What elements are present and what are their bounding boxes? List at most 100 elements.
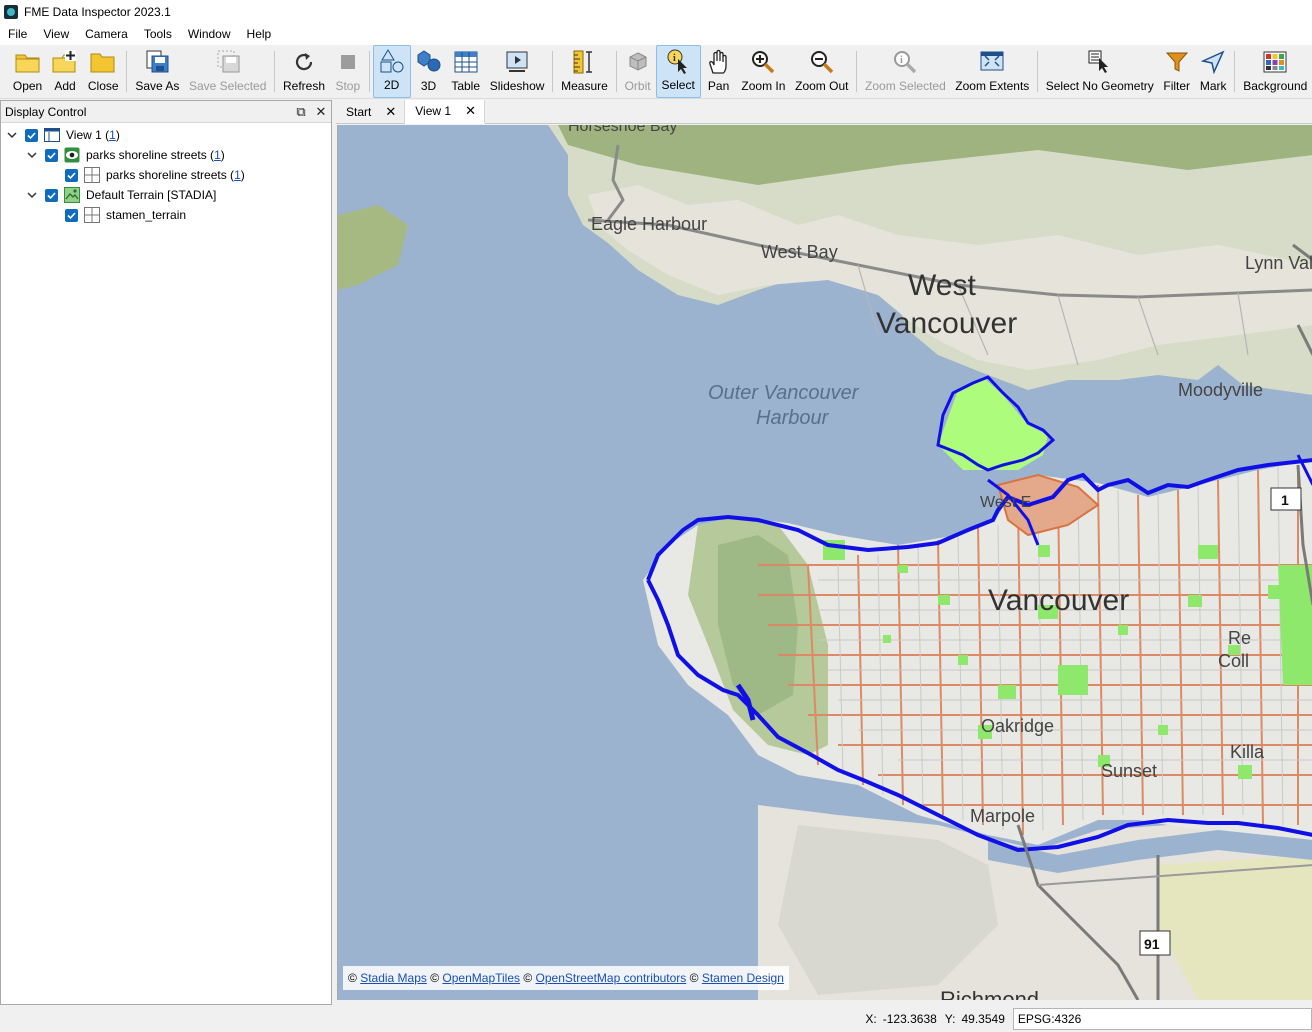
stamen-design-link[interactable]: Stamen Design (702, 971, 784, 985)
tree-item-view1[interactable]: View 1 ( 1 ) (5, 125, 120, 145)
crs-field[interactable]: EPSG:4326 (1012, 1008, 1312, 1030)
zoom-out-button[interactable]: Zoom Out (790, 45, 853, 98)
chevron-down-icon[interactable] (25, 188, 39, 202)
close-tab-icon[interactable]: ✕ (465, 103, 476, 119)
chevron-down-icon[interactable] (25, 148, 39, 162)
color-grid-icon (1262, 49, 1288, 75)
save-selected-button[interactable]: Save Selected (184, 45, 271, 98)
filter-button[interactable]: Filter (1158, 45, 1195, 98)
window-title: FME Data Inspector 2023.1 (24, 5, 171, 19)
table-button[interactable]: Table (446, 45, 485, 98)
openmaptiles-link[interactable]: OpenMapTiles (442, 971, 520, 985)
funnel-icon (1164, 49, 1190, 75)
select-no-geometry-button[interactable]: Select No Geometry (1041, 45, 1158, 98)
open-button[interactable]: Open (8, 45, 47, 98)
toolbar-separator (126, 51, 128, 92)
map-label-killarney: Killa (1230, 742, 1265, 762)
feature-count-link[interactable]: 1 (214, 148, 221, 162)
menu-window[interactable]: Window (180, 24, 239, 45)
view-tabs: Start ✕ View 1 ✕ (336, 100, 1312, 124)
map-label-vancouver: Vancouver (988, 584, 1129, 617)
chevron-down-icon[interactable] (5, 128, 19, 142)
select-button[interactable]: i Select (655, 45, 701, 98)
map-label-lynn-valley: Lynn Vall (1245, 253, 1312, 273)
map-label-sunset: Sunset (1101, 761, 1157, 781)
map-canvas[interactable]: Horseshoe Bay Eagle Harbour West Bay Wes… (337, 125, 1312, 1000)
tree-item-dataset[interactable]: parks shoreline streets ( 1 ) (25, 145, 225, 165)
refresh-icon (291, 49, 317, 75)
map-label-collingwood: Coll (1218, 651, 1249, 671)
app-icon (4, 5, 18, 19)
map-label-horseshoe-bay: Horseshoe Bay (568, 125, 677, 135)
title-bar: FME Data Inspector 2023.1 (0, 0, 1312, 24)
tree-item-terrain[interactable]: Default Terrain [STADIA] (25, 185, 216, 205)
map-label-renfrew: Re (1228, 628, 1251, 648)
slideshow-button[interactable]: Slideshow (485, 45, 549, 98)
measure-button[interactable]: Measure (556, 45, 612, 98)
tab-start[interactable]: Start ✕ (336, 100, 406, 124)
add-button[interactable]: Add (47, 45, 83, 98)
tree-item-feature-type[interactable]: parks shoreline streets ( 1 ) (65, 165, 245, 185)
map-label-west: West (908, 269, 976, 302)
openstreetmap-link[interactable]: OpenStreetMap contributors (536, 971, 687, 985)
zoom-extents-button[interactable]: Zoom Extents (951, 45, 1035, 98)
tab-view1[interactable]: View 1 ✕ (405, 100, 485, 124)
map-label-west-end: West E (980, 494, 1031, 511)
close-tab-icon[interactable]: ✕ (385, 104, 396, 120)
slideshow-icon (504, 49, 530, 75)
view-2d-button[interactable]: 2D (372, 45, 411, 98)
map-label-west-vancouver: Vancouver (876, 307, 1017, 340)
map-label-outer-harbour: Outer Vancouver (708, 382, 860, 404)
table-icon (453, 49, 479, 75)
raster-grid-icon (84, 207, 100, 223)
status-bar: X: -123.3638 Y: 49.3549 EPSG:4326 (0, 1006, 1312, 1032)
view-3d-button[interactable]: 3D (411, 45, 447, 98)
tree-item-stamen-terrain[interactable]: stamen_terrain (65, 205, 186, 225)
background-button[interactable]: Background (1238, 45, 1312, 98)
menu-tools[interactable]: Tools (136, 24, 180, 45)
stadia-maps-link[interactable]: Stadia Maps (360, 971, 427, 985)
map-attribution: © Stadia Maps © OpenMapTiles © OpenStree… (343, 966, 789, 990)
menu-camera[interactable]: Camera (77, 24, 136, 45)
map-label-marpole: Marpole (970, 806, 1035, 826)
mark-button[interactable]: Mark (1195, 45, 1232, 98)
terrain-map-icon (64, 187, 80, 203)
menu-file[interactable]: File (0, 24, 35, 45)
view1-checkbox[interactable] (25, 128, 38, 142)
toolbar: Open Add Close Save As Save Selected Ref… (0, 45, 1312, 99)
y-coordinate-label: Y: (944, 1012, 956, 1026)
close-panel-icon[interactable]: ✕ (311, 104, 331, 120)
feature-type-checkbox[interactable] (65, 168, 78, 182)
save-as-button[interactable]: Save As (130, 45, 184, 98)
feature-count-link[interactable]: 1 (109, 128, 116, 142)
stop-icon (335, 49, 361, 75)
shapes-2d-icon (379, 48, 405, 74)
menu-view[interactable]: View (35, 24, 77, 45)
map-label-moodyville: Moodyville (1178, 380, 1263, 400)
dataset-checkbox[interactable] (45, 148, 58, 162)
feature-grid-icon (84, 167, 100, 183)
toolbar-separator (552, 51, 554, 92)
dataset-eye-icon (64, 147, 80, 163)
toolbar-separator (1037, 51, 1039, 92)
zoom-in-icon (750, 49, 776, 75)
zoom-extents-icon (979, 49, 1005, 75)
close-button[interactable]: Close (83, 45, 124, 98)
shapes-3d-icon (416, 49, 442, 75)
toolbar-separator (615, 51, 617, 92)
pan-button[interactable]: Pan (701, 45, 737, 98)
basemap: Horseshoe Bay Eagle Harbour West Bay Wes… (338, 125, 1312, 1000)
menu-help[interactable]: Help (239, 24, 280, 45)
feature-count-link[interactable]: 1 (234, 168, 241, 182)
zoom-in-button[interactable]: Zoom In (737, 45, 791, 98)
select-no-geometry-icon (1087, 49, 1113, 75)
zoom-selected-button[interactable]: i Zoom Selected (860, 45, 950, 98)
orbit-button[interactable]: Orbit (620, 45, 656, 98)
svg-text:i: i (673, 53, 676, 64)
panel-title: Display Control (5, 104, 87, 119)
terrain-checkbox[interactable] (45, 188, 58, 202)
stop-button[interactable]: Stop (330, 45, 366, 98)
float-panel-icon[interactable]: ⧉ (291, 104, 311, 120)
stamen-terrain-checkbox[interactable] (65, 208, 78, 222)
refresh-button[interactable]: Refresh (278, 45, 330, 98)
